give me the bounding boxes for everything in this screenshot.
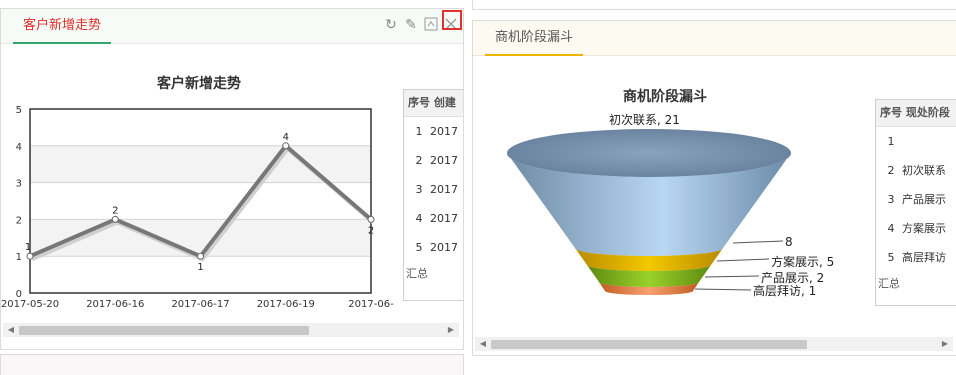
funnel-label-solution-demo: 方案展示, 5 [771,254,834,269]
scroll-left-arrow-icon[interactable]: ◀ [477,338,489,350]
top-panel-edge [472,0,956,10]
funnel-label-initial-contact: 初次联系, 21 [609,113,680,127]
data-label: 4 [283,132,289,143]
row-index: 1 [415,125,423,138]
row-index: 2 [887,164,895,177]
row-value: 初次联系 [902,164,946,177]
col-header-created: 创建 [433,96,456,109]
panel-header: 客户新增走势 ↻ ✎ [1,9,463,44]
data-label: 1 [197,262,203,273]
horizontal-scrollbar[interactable]: ◀ ▶ [3,323,459,337]
row-index: 1 [887,135,895,148]
table-header: 序号 创建 [404,90,463,117]
row-value: 高层拜访 [902,251,946,264]
x-tick-label: 2017-05-20 [1,299,59,310]
table-row[interactable]: 5 高层拜访 [876,243,956,272]
data-label: 2 [368,225,374,236]
row-index: 2 [415,154,423,167]
tab-opportunity-funnel[interactable]: 商机阶段漏斗 [485,21,584,56]
chart-title: 客户新增走势 [156,75,241,92]
table-row[interactable]: 2 初次联系 [876,156,956,185]
data-label: 1 [25,242,31,253]
x-tick-label: 2017-06- [348,299,394,310]
col-header-stage: 现处阶段 [905,106,950,119]
maximize-icon[interactable] [423,17,439,33]
row-value: 方案展示 [902,222,946,235]
row-index: 4 [415,212,423,225]
table-row[interactable]: 1 [876,127,956,156]
col-header-index: 序号 [880,106,902,119]
y-tick-label: 2 [16,215,22,226]
scroll-right-arrow-icon[interactable]: ▶ [939,338,951,350]
table-row[interactable]: 5 2017 [404,233,463,262]
horizontal-scrollbar[interactable]: ◀ ▶ [475,337,953,351]
table-row[interactable]: 4 方案展示 [876,214,956,243]
data-point [111,215,119,223]
data-point [26,252,34,260]
row-index: 4 [887,222,895,235]
row-index: 5 [415,241,423,254]
customer-trend-panel: 客户新增走势 ↻ ✎ 客户新增走势 0 1 2 3 4 5 2017-05-20 2017-0… [0,8,464,350]
data-point [367,215,375,223]
row-value: 2017 [430,154,458,167]
close-highlight-box [442,10,462,30]
row-index: 3 [415,183,423,196]
panel-header: 商机阶段漏斗 [473,21,956,56]
row-value: 2017 [430,183,458,196]
line-chart: 客户新增走势 0 1 2 3 4 5 2017-05-20 2017-06-16 2017-06… [1,45,401,318]
row-value: 2017 [430,125,458,138]
table-row[interactable]: 3 2017 [404,175,463,204]
row-value: 2017 [430,212,458,225]
opportunity-funnel-panel: 商机阶段漏斗 商机阶段漏斗 初次联系, 21 8 方案展示, 5 产品展示, 2… [472,20,956,356]
funnel-label-exec-visit: 高层拜访, 1 [753,283,816,298]
y-tick-label: 1 [16,252,22,263]
x-tick-label: 2017-06-16 [86,299,144,310]
data-point [197,252,204,260]
scroll-right-arrow-icon[interactable]: ▶ [445,324,457,336]
chart-title: 商机阶段漏斗 [623,88,707,105]
customer-table: 序号 创建 1 2017 2 2017 3 2017 4 2017 5 2017 汇总 [403,89,463,301]
next-panel-edge [0,354,464,375]
table-footer: 汇总 [406,267,428,280]
funnel-top [507,129,791,177]
scrollbar-thumb[interactable] [19,326,309,335]
funnel-label-extra: 8 [785,235,793,249]
data-point [282,142,290,150]
scrollbar-thumb[interactable] [491,340,807,349]
table-footer: 汇总 [878,277,900,290]
data-label: 2 [112,205,118,216]
y-tick-label: 5 [16,105,22,116]
funnel-chart: 商机阶段漏斗 初次联系, 21 8 方案展示, 5 产品展示, 2 高层拜访, … [473,57,873,330]
y-tick-label: 4 [16,142,22,153]
refresh-icon[interactable]: ↻ [383,17,399,33]
table-row[interactable]: 2 2017 [404,146,463,175]
x-tick-label: 2017-06-19 [257,299,315,310]
scroll-left-arrow-icon[interactable]: ◀ [5,324,17,336]
table-row[interactable]: 4 2017 [404,204,463,233]
opportunity-table: 序号 现处阶段 1 2 初次联系 3 产品展示 4 方案展示 5 高层拜访 汇总 [875,99,956,306]
table-row[interactable]: 1 2017 [404,117,463,146]
x-tick-label: 2017-06-17 [171,299,229,310]
table-header: 序号 现处阶段 [876,100,956,127]
row-value: 2017 [430,241,458,254]
table-row[interactable]: 3 产品展示 [876,185,956,214]
pencil-icon[interactable]: ✎ [403,17,419,33]
row-index: 5 [887,251,895,264]
tab-customer-trend[interactable]: 客户新增走势 [13,9,112,44]
col-header-index: 序号 [408,96,430,109]
funnel-label-product-demo: 产品展示, 2 [761,271,824,285]
row-value: 产品展示 [902,193,946,206]
y-tick-label: 3 [16,179,22,190]
row-index: 3 [887,193,895,206]
